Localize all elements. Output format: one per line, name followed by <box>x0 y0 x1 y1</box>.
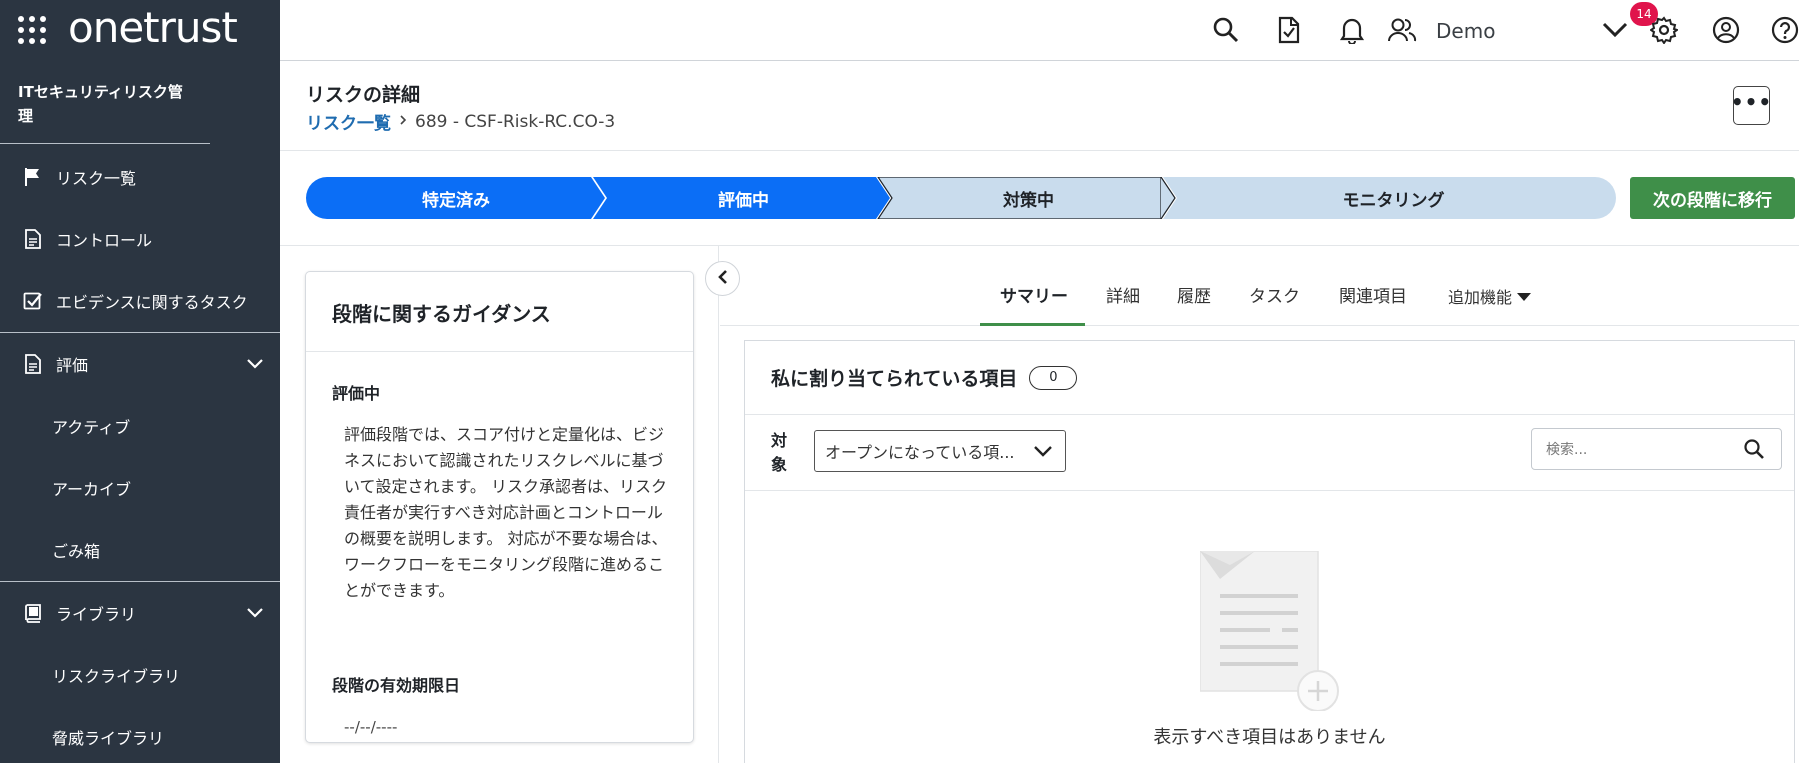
sidebar-item-assessment[interactable]: 評価 <box>0 333 280 395</box>
guidance-title: 段階に関するガイダンス <box>306 272 693 352</box>
sidebar: onetrust ITセキュリティリスク管理 リスク一覧 コントロール エビデン… <box>0 0 280 763</box>
assigned-items-card: 私に割り当てられている項目 0 対象 オープンになっている項... 検索... … <box>744 340 1795 763</box>
empty-state-text: 表示すべき項目はありません <box>1153 727 1386 748</box>
tab-more-label: 追加機能 <box>1448 288 1513 307</box>
sidebar-item-label: アクティブ <box>52 418 131 437</box>
guidance-stage-name: 評価中 <box>332 384 381 403</box>
stage-evaluating[interactable]: 評価中 <box>601 177 886 219</box>
search-placeholder: 検索... <box>1546 442 1588 458</box>
book-icon <box>22 602 44 624</box>
chevron-down-icon <box>1033 443 1053 462</box>
sidebar-item-archive[interactable]: アーカイブ <box>0 457 280 519</box>
sidebar-item-library[interactable]: ライブラリ <box>0 582 280 644</box>
stage-treating[interactable]: 対策中 <box>886 177 1171 219</box>
tab-bar: サマリー 詳細 履歴 タスク 関連項目 追加機能 <box>720 246 1799 326</box>
next-stage-button[interactable]: 次の段階に移行 <box>1630 177 1795 219</box>
filter-select-value: オープンになっている項... <box>825 443 1015 462</box>
caret-down-icon <box>1516 287 1532 306</box>
user-name[interactable]: Demo <box>1436 19 1495 43</box>
active-tab-indicator <box>980 323 1085 326</box>
flag-icon <box>22 166 44 188</box>
guidance-expiry-value: --/--/---- <box>344 718 398 736</box>
tab-more-features[interactable]: 追加機能 <box>1448 284 1532 308</box>
tab-related[interactable]: 関連項目 <box>1339 282 1407 307</box>
more-options-button[interactable]: ••• <box>1731 86 1771 125</box>
app-grid-icon[interactable] <box>18 16 46 44</box>
sidebar-item-label: エビデンスに関するタスク <box>56 293 248 312</box>
breadcrumb: リスク一覧 689 - CSF-Risk-RC.CO-3 <box>306 109 616 135</box>
guidance-text: 評価段階では、スコア付けと定量化は、ビジネスにおいて認識されたリスクレベルに基づ… <box>344 425 668 600</box>
notification-bell-icon[interactable] <box>1336 14 1368 46</box>
sidebar-item-label: 脅威ライブラリ <box>52 729 165 748</box>
sidebar-item-label: アーカイブ <box>52 480 132 499</box>
sidebar-item-active[interactable]: アクティブ <box>0 395 280 457</box>
sidebar-item-evidence-tasks[interactable]: エビデンスに関するタスク <box>0 270 280 332</box>
top-header: 14 Demo <box>280 0 1799 61</box>
search-input[interactable]: 検索... <box>1531 428 1782 470</box>
sidebar-item-risk-list[interactable]: リスク一覧 <box>0 146 280 208</box>
sidebar-item-controls[interactable]: コントロール <box>0 208 280 270</box>
filter-row: 対象 オープンになっている項... 検索... <box>745 415 1794 491</box>
sidebar-item-label: リスクライブラリ <box>52 667 181 686</box>
task-document-icon[interactable] <box>1273 14 1305 46</box>
sidebar-item-trash[interactable]: ごみ箱 <box>0 519 280 581</box>
tab-history[interactable]: 履歴 <box>1177 282 1211 307</box>
document-icon <box>22 228 44 250</box>
tab-details[interactable]: 詳細 <box>1106 282 1140 307</box>
sidebar-item-label: コントロール <box>56 231 153 250</box>
sidebar-item-threat-library[interactable]: 脅威ライブラリ <box>0 706 280 763</box>
assigned-title: 私に割り当てられている項目 <box>771 368 1018 390</box>
guidance-expiry-label: 段階の有効期限日 <box>332 676 461 695</box>
stage-identified[interactable]: 特定済み <box>316 177 596 219</box>
help-icon[interactable] <box>1769 14 1799 46</box>
tab-tasks[interactable]: タスク <box>1249 282 1300 307</box>
assigned-count-badge: 0 <box>1029 365 1078 390</box>
search-icon[interactable] <box>1743 438 1765 464</box>
chevron-down-icon[interactable] <box>1599 14 1631 46</box>
filter-select[interactable]: オープンになっている項... <box>814 430 1066 472</box>
breadcrumb-link[interactable]: リスク一覧 <box>306 109 391 134</box>
sidebar-item-label: ごみ箱 <box>52 542 101 561</box>
sidebar-item-label: ライブラリ <box>56 605 137 624</box>
tab-summary[interactable]: サマリー <box>1000 282 1068 307</box>
guidance-area: 段階に関するガイダンス 評価中 評価段階では、スコア付けと定量化は、ビジネスにお… <box>280 246 719 763</box>
chevron-down-icon[interactable] <box>246 604 264 623</box>
page-header: リスクの詳細 リスク一覧 689 - CSF-Risk-RC.CO-3 ••• <box>280 61 1799 151</box>
chevron-right-icon <box>399 114 407 130</box>
search-icon[interactable] <box>1210 14 1242 46</box>
breadcrumb-current: 689 - CSF-Risk-RC.CO-3 <box>415 111 616 132</box>
sidebar-item-risk-library[interactable]: リスクライブラリ <box>0 644 280 706</box>
sidebar-item-label: 評価 <box>56 356 89 375</box>
users-icon[interactable] <box>1386 14 1418 46</box>
app-title: ITセキュリティリスク管理 <box>0 60 210 144</box>
chevron-down-icon[interactable] <box>246 355 264 374</box>
guidance-card: 段階に関するガイダンス 評価中 評価段階では、スコア付けと定量化は、ビジネスにお… <box>305 271 694 743</box>
brand-logo: onetrust <box>68 2 238 52</box>
checkbox-icon <box>22 290 44 312</box>
filter-label: 対象 <box>771 431 788 474</box>
document-icon <box>22 353 44 375</box>
assigned-header: 私に割り当てられている項目 0 <box>745 341 1794 415</box>
stage-bar: 特定済み 評価中 対策中 モニタリング 次の段階に移行 <box>280 151 1799 246</box>
stage-monitoring[interactable]: モニタリング <box>1171 177 1616 219</box>
empty-state-illustration-icon <box>1199 550 1350 715</box>
gear-icon[interactable] <box>1648 14 1680 46</box>
stage-progress: 特定済み 評価中 対策中 モニタリング <box>306 177 1616 219</box>
sidebar-item-label: リスク一覧 <box>56 169 137 188</box>
user-profile-icon[interactable] <box>1710 14 1742 46</box>
page-title: リスクの詳細 <box>306 84 421 106</box>
logo-row: onetrust <box>0 0 280 60</box>
